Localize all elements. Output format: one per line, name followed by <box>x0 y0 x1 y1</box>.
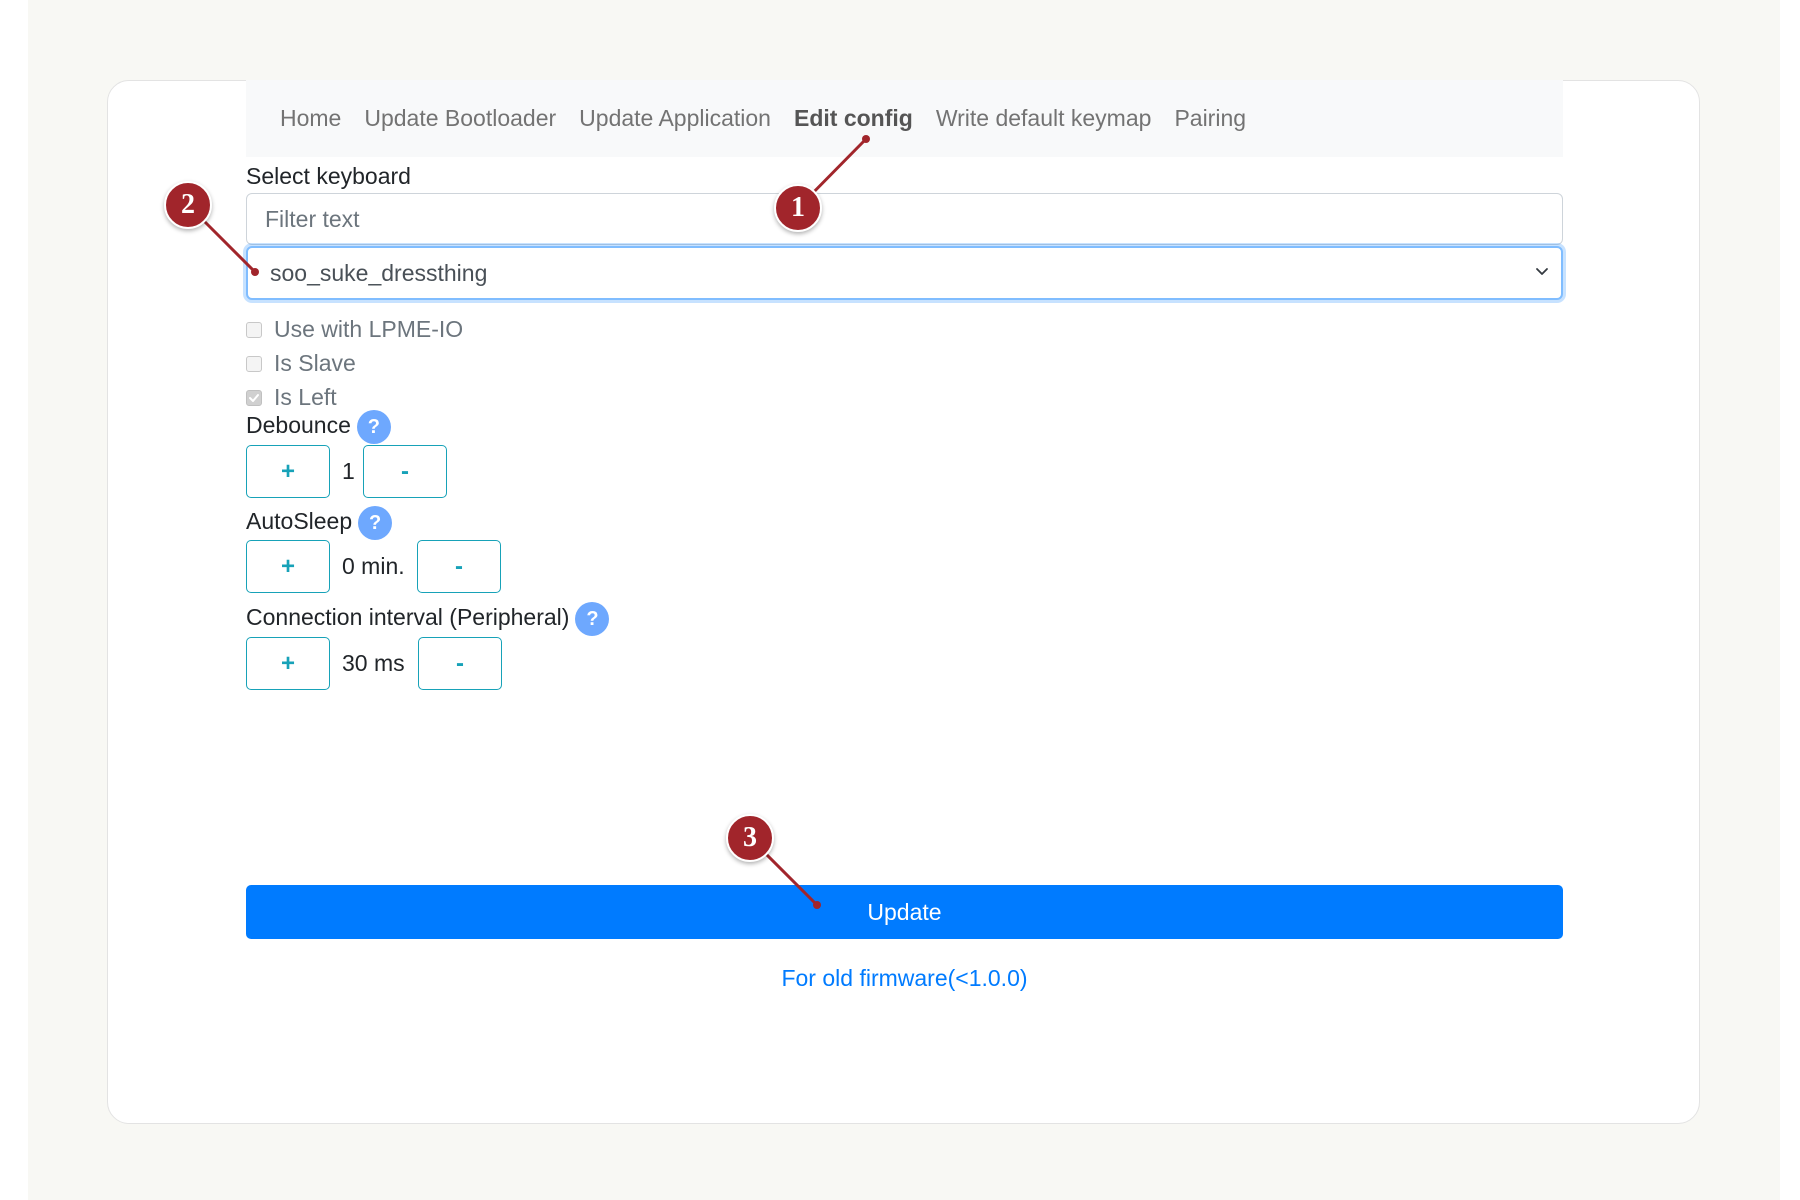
option-is-left[interactable]: Is Left <box>246 384 337 411</box>
old-firmware-link[interactable]: For old firmware(<1.0.0) <box>246 965 1563 992</box>
debounce-help-icon[interactable]: ? <box>356 410 391 444</box>
autosleep-help-icon[interactable]: ? <box>358 506 393 540</box>
keyboard-select-value: soo_suke_dressthing <box>270 259 488 286</box>
autosleep-label-text: AutoSleep <box>246 508 353 535</box>
update-button[interactable]: Update <box>246 885 1563 939</box>
option-is-slave[interactable]: Is Slave <box>246 350 356 377</box>
connection-interval-label: Connection interval (Peripheral)? <box>246 602 610 636</box>
select-keyboard-label: Select keyboard <box>246 163 411 189</box>
is-slave-checkbox[interactable] <box>246 355 262 372</box>
filter-text-input[interactable] <box>246 193 1563 245</box>
lpme-io-checkbox[interactable] <box>246 321 262 338</box>
is-slave-label: Is Slave <box>274 350 356 376</box>
autosleep-value: 0 min. <box>342 553 405 579</box>
content-area: Home Update Bootloader Update Applicatio… <box>246 80 1563 1120</box>
checkmark-icon <box>249 393 259 402</box>
option-use-with-lpme-io[interactable]: Use with LPME-IO <box>246 316 463 343</box>
callout-badge-3: 3 <box>726 814 774 862</box>
callout-badge-1: 1 <box>774 184 822 232</box>
is-left-label: Is Left <box>274 384 337 410</box>
lpme-io-label: Use with LPME-IO <box>274 316 464 342</box>
autosleep-minus-button[interactable]: - <box>417 540 501 593</box>
nav-pairing[interactable]: Pairing <box>1174 105 1246 132</box>
connection-interval-minus-button[interactable]: - <box>418 637 502 690</box>
autosleep-label: AutoSleep? <box>246 506 393 540</box>
debounce-plus-button[interactable]: + <box>246 445 330 498</box>
nav-edit-config[interactable]: Edit config <box>794 105 913 132</box>
callout-badge-2: 2 <box>164 181 212 229</box>
nav-write-default-keymap[interactable]: Write default keymap <box>936 105 1152 132</box>
nav-update-bootloader[interactable]: Update Bootloader <box>364 105 556 132</box>
is-left-checkbox[interactable] <box>246 389 262 406</box>
connection-interval-value: 30 ms <box>342 650 405 676</box>
chevron-down-icon <box>1536 268 1548 275</box>
nav-home[interactable]: Home <box>280 105 341 132</box>
connection-interval-help-icon[interactable]: ? <box>575 602 610 636</box>
top-navbar: Home Update Bootloader Update Applicatio… <box>246 80 1563 157</box>
connection-interval-plus-button[interactable]: + <box>246 637 330 690</box>
debounce-label: Debounce? <box>246 410 391 444</box>
autosleep-plus-button[interactable]: + <box>246 540 330 593</box>
nav-update-application[interactable]: Update Application <box>579 105 771 132</box>
debounce-label-text: Debounce <box>246 412 351 439</box>
debounce-value: 1 <box>342 458 355 484</box>
keyboard-select[interactable]: soo_suke_dressthing <box>246 246 1563 300</box>
connection-interval-label-text: Connection interval (Peripheral) <box>246 604 570 631</box>
debounce-minus-button[interactable]: - <box>363 445 447 498</box>
